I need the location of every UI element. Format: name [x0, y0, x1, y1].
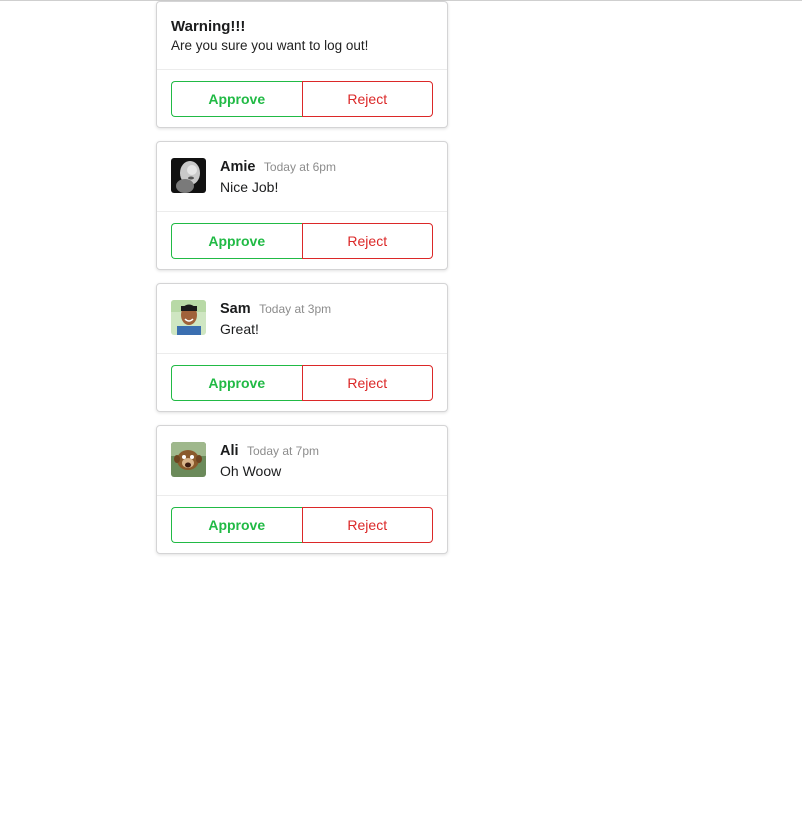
comment-text: Nice Job! [220, 179, 279, 195]
user-name[interactable]: Amie [220, 159, 255, 175]
card-content: Sam Today at 3pm Great! [157, 284, 447, 354]
feed-item: Ali Today at 7pm Oh Woow [171, 441, 433, 481]
feed-summary: Ali Today at 7pm [220, 441, 319, 461]
card-title: Warning!!! [171, 18, 246, 35]
comment-card-ali: Ali Today at 7pm Oh Woow Approve Reject [156, 425, 448, 554]
timestamp: Today at 7pm [246, 444, 320, 458]
feed-item: Sam Today at 3pm Great! [171, 299, 433, 339]
feed-summary: Sam Today at 3pm [220, 299, 331, 319]
user-name[interactable]: Sam [220, 301, 251, 317]
comment-text: Great! [220, 321, 259, 337]
reject-button[interactable]: Reject [301, 365, 433, 401]
comment-card-amie: Amie Today at 6pm Nice Job! Approve Reje… [156, 141, 448, 270]
avatar [171, 442, 206, 477]
button-group: Approve Reject [157, 354, 447, 411]
feed-summary: Amie Today at 6pm [220, 157, 336, 177]
timestamp: Today at 6pm [263, 160, 336, 174]
card-message: Are you sure you want to log out! [171, 38, 369, 53]
card-content: Ali Today at 7pm Oh Woow [157, 426, 447, 496]
button-group: Approve Reject [157, 70, 447, 127]
card-content: Amie Today at 6pm Nice Job! [157, 142, 447, 212]
comment-text: Oh Woow [220, 463, 282, 479]
feed-item: Amie Today at 6pm Nice Job! [171, 157, 433, 197]
approve-button[interactable]: Approve [171, 223, 302, 259]
approve-button[interactable]: Approve [171, 81, 302, 117]
timestamp: Today at 3pm [259, 302, 332, 316]
button-group: Approve Reject [157, 496, 447, 553]
feed-text: Sam Today at 3pm Great! [220, 299, 331, 339]
approve-button[interactable]: Approve [171, 507, 302, 543]
reject-button[interactable]: Reject [301, 507, 433, 543]
feed-text: Amie Today at 6pm Nice Job! [220, 157, 336, 197]
reject-button[interactable]: Reject [301, 223, 433, 259]
card-content: Warning!!! Are you sure you want to log … [157, 2, 447, 70]
logout-warning-card: Warning!!! Are you sure you want to log … [156, 1, 448, 128]
card-list: Warning!!! Are you sure you want to log … [156, 1, 448, 567]
button-group: Approve Reject [157, 212, 447, 269]
feed-text: Ali Today at 7pm Oh Woow [220, 441, 319, 481]
approve-button[interactable]: Approve [171, 365, 302, 401]
avatar [171, 158, 206, 193]
comment-card-sam: Sam Today at 3pm Great! Approve Reject [156, 283, 448, 412]
avatar [171, 300, 206, 335]
reject-button[interactable]: Reject [301, 81, 433, 117]
user-name[interactable]: Ali [220, 443, 239, 459]
